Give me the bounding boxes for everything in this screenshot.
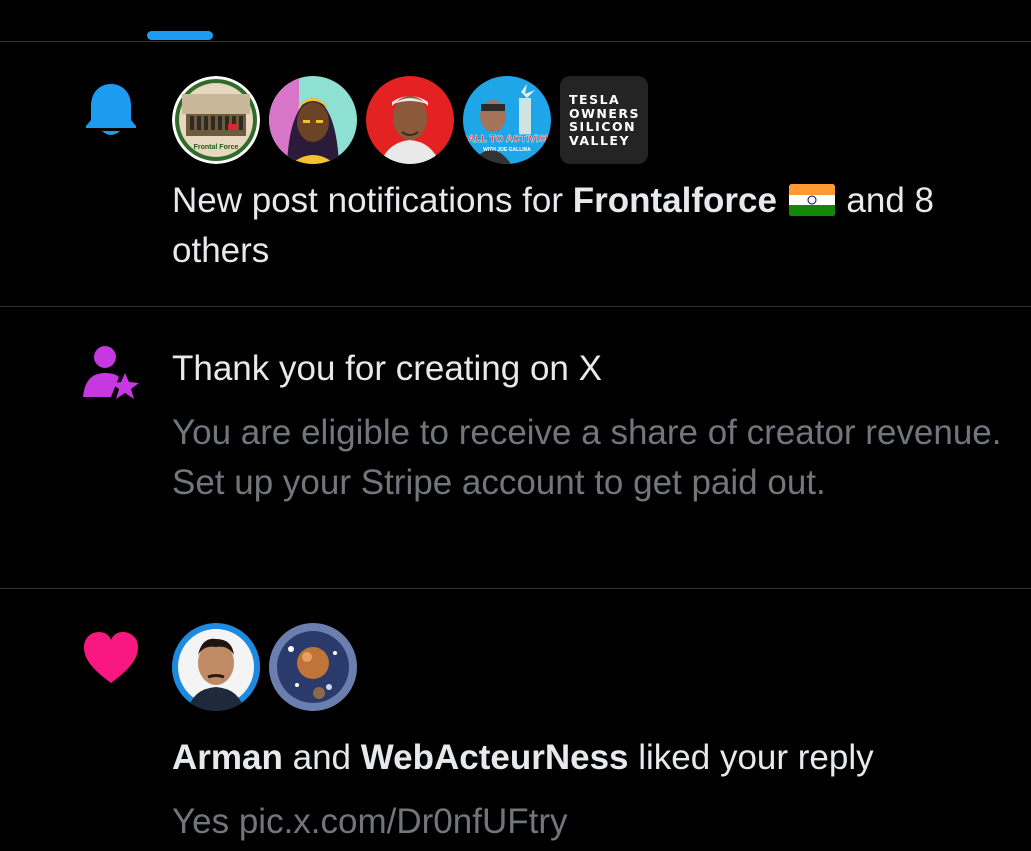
tesla-line: VALLEY — [569, 132, 631, 148]
tesla-line: TESLA — [569, 92, 621, 107]
avatar-frontalforce[interactable]: Frontal Force — [172, 76, 260, 164]
creator-star-person-icon — [78, 345, 144, 403]
avatar-group: Frontal Force CALL TO ACTIVISM WITH JOE … — [172, 76, 1021, 164]
notification-likes[interactable]: Arman and WebActeurNess liked your reply… — [0, 589, 1031, 851]
activism-caption: CALL TO ACTIVISM — [463, 134, 551, 145]
notification-new-posts[interactable]: Frontal Force CALL TO ACTIVISM WITH JOE … — [0, 42, 1031, 306]
account-name[interactable]: Frontalforce — [573, 181, 777, 220]
avatar-call-to-activism[interactable]: CALL TO ACTIVISM WITH JOE GALLINA — [463, 76, 551, 164]
bell-icon — [78, 80, 144, 138]
text-prefix: New post notifications for — [172, 181, 573, 220]
connector-text: and — [282, 738, 361, 777]
avatar-arman[interactable] — [172, 623, 260, 711]
india-flag-icon — [788, 184, 835, 216]
notification-body: You are eligible to receive a share of c… — [172, 413, 1002, 502]
frontal-force-caption: Frontal Force — [194, 144, 239, 151]
notification-text: New post notifications for Frontalforce … — [172, 176, 1021, 276]
tesla-line: SILICON — [569, 119, 637, 134]
notification-text: Arman and WebActeurNess liked your reply — [172, 733, 1021, 783]
tesla-line: OWNERS — [569, 105, 641, 121]
avatar-man-with-cap[interactable] — [366, 76, 454, 164]
liker-name[interactable]: Arman — [172, 738, 283, 777]
heart-icon — [78, 631, 144, 685]
avatar-warrior-woman[interactable] — [269, 76, 357, 164]
tesla-owners-logo: TESLA OWNERS SILICON VALLEY — [569, 93, 639, 147]
activism-subcaption: WITH JOE GALLINA — [483, 147, 531, 153]
reply-preview[interactable]: Yes pic.x.com/Dr0nfUFtry — [172, 797, 1021, 847]
action-text: liked your reply — [628, 738, 874, 777]
avatar-group — [172, 623, 1021, 711]
avatar-webacteurness[interactable] — [269, 623, 357, 711]
notification-title: Thank you for creating on X — [172, 349, 602, 388]
liker-name[interactable]: WebActeurNess — [361, 738, 629, 777]
active-tab-indicator — [147, 31, 213, 40]
notification-creator-revenue[interactable]: Thank you for creating on X You are elig… — [0, 307, 1031, 588]
avatar-tesla-owners[interactable]: TESLA OWNERS SILICON VALLEY — [560, 76, 648, 164]
